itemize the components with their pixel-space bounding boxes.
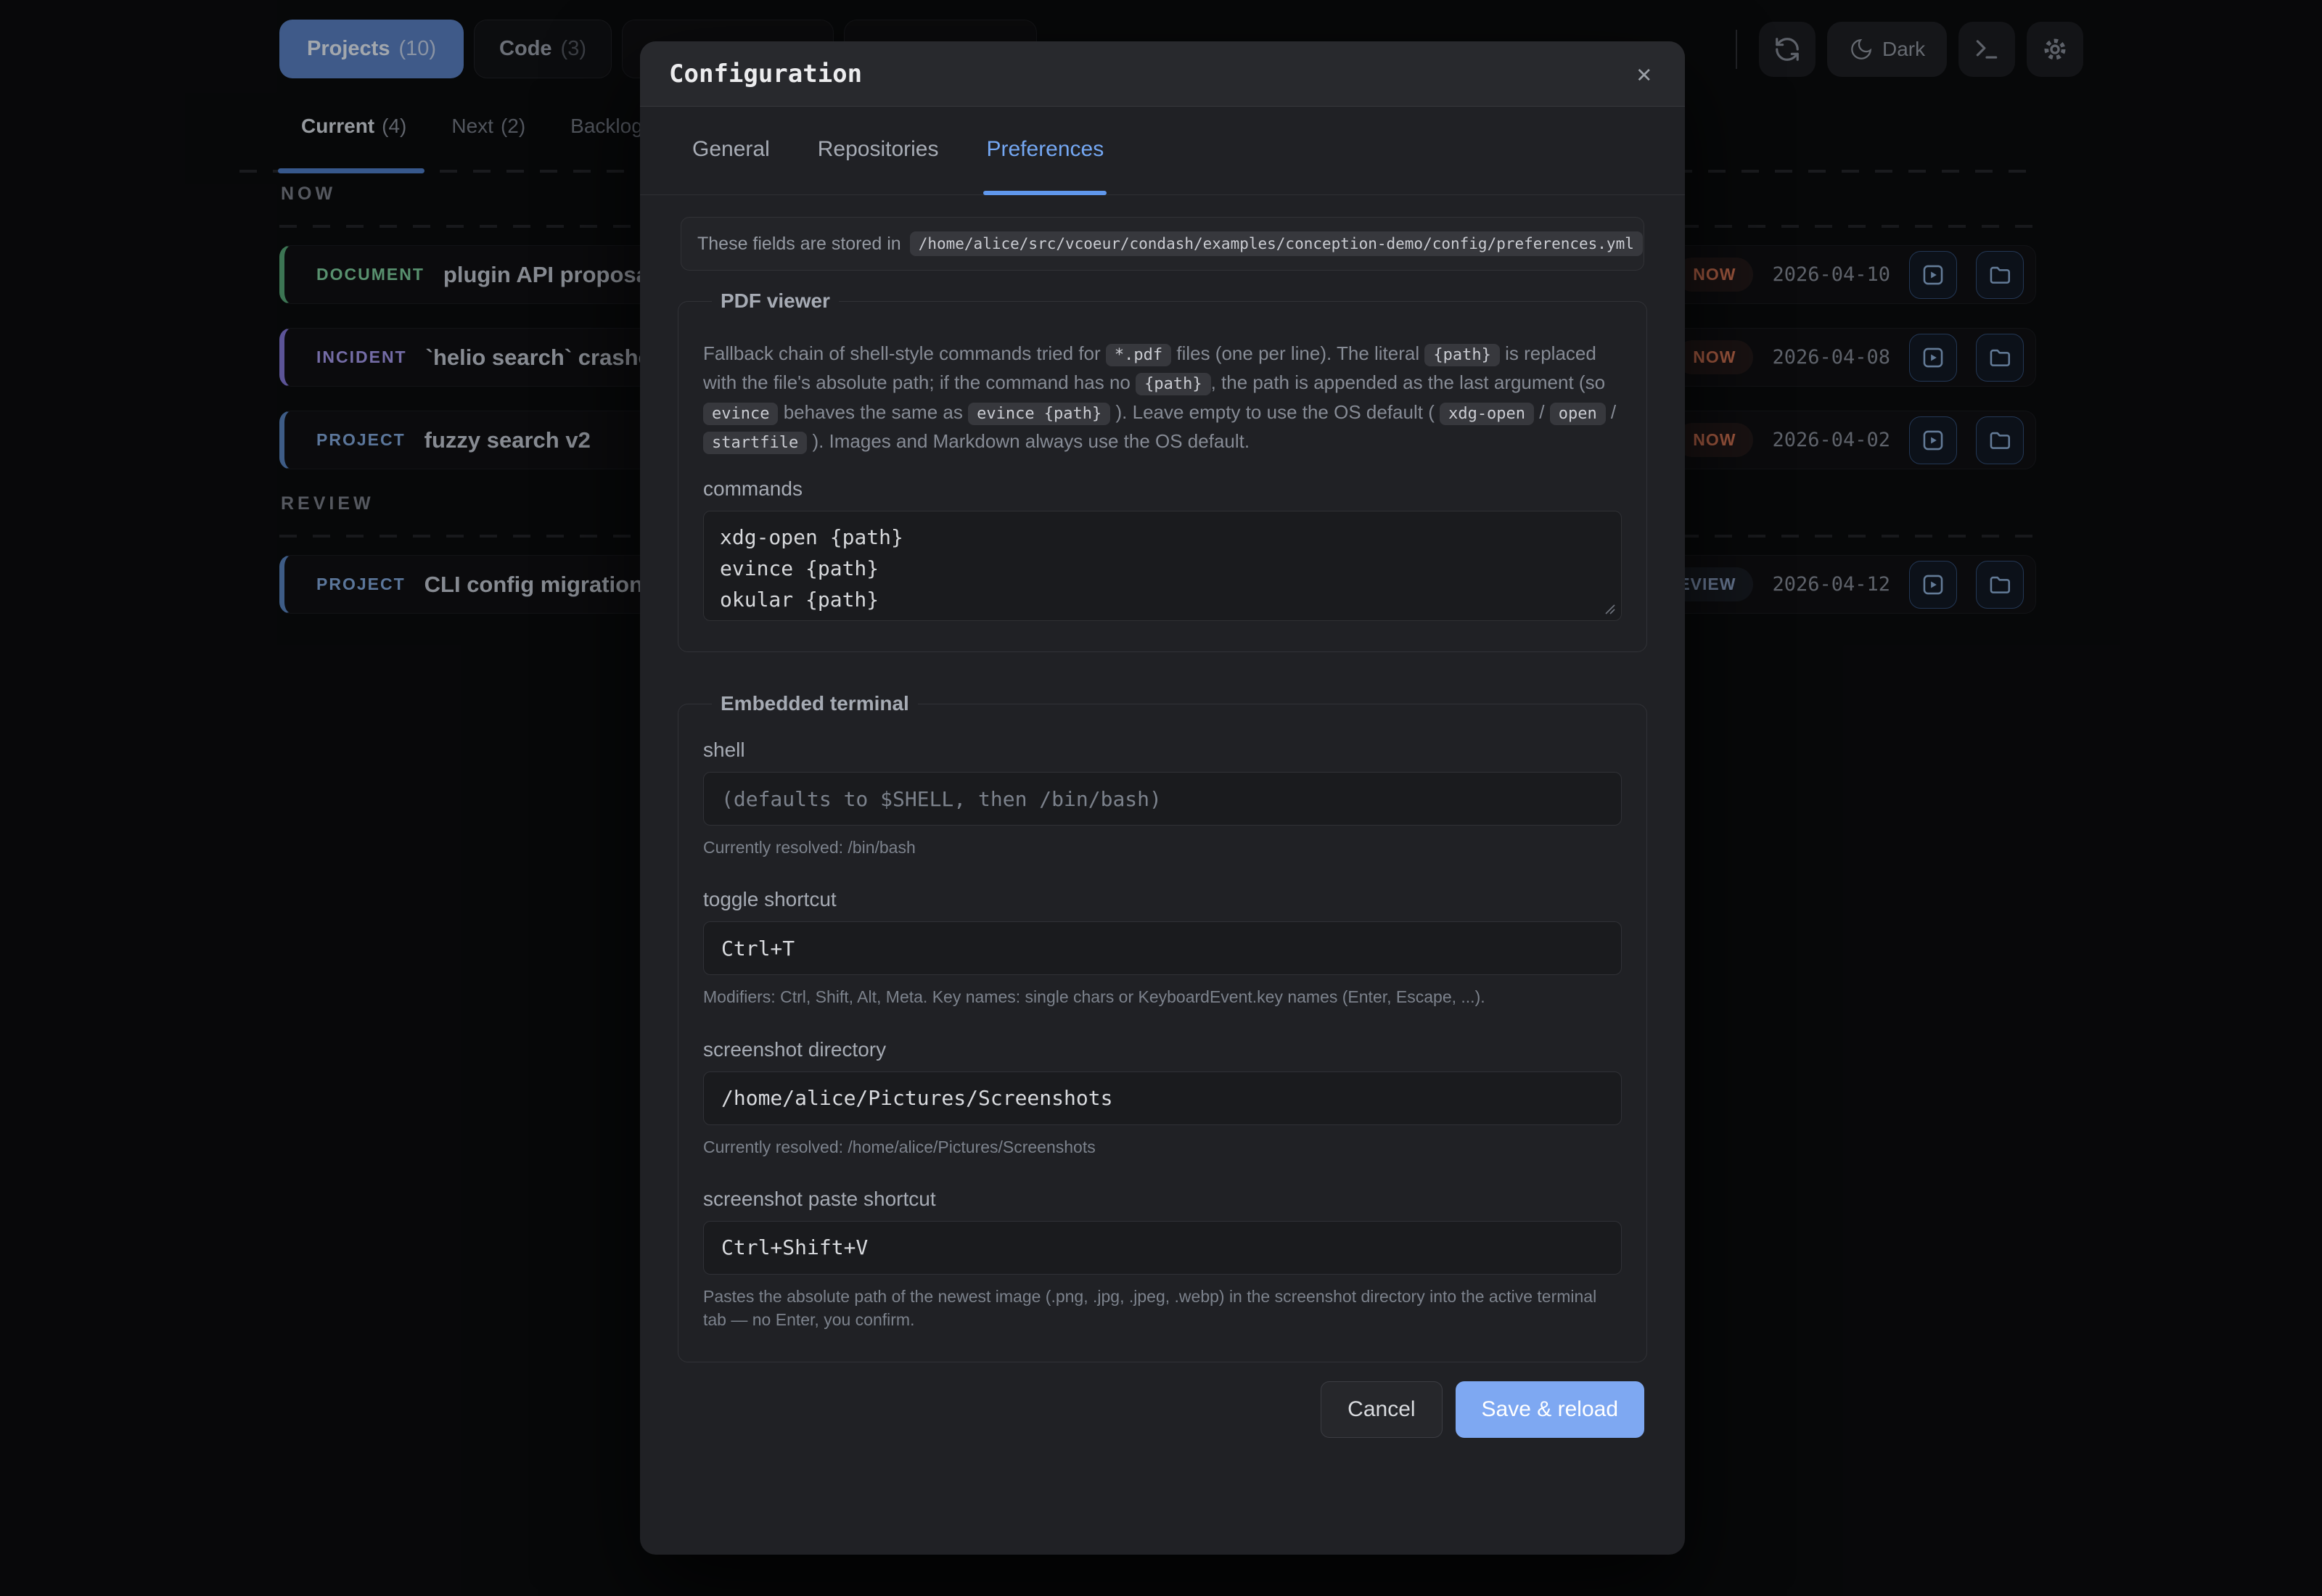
- shell-input[interactable]: [703, 772, 1622, 826]
- paste-shortcut-label: screenshot paste shortcut: [703, 1188, 1622, 1211]
- pdf-viewer-legend: PDF viewer: [712, 289, 839, 313]
- note-prefix: These fields are stored in: [697, 234, 901, 255]
- tab-general[interactable]: General: [692, 107, 770, 194]
- screenshot-directory-label: screenshot directory: [703, 1038, 1622, 1061]
- resize-grip-icon[interactable]: [1604, 604, 1616, 615]
- shell-hint: Currently resolved: /bin/bash: [703, 836, 1622, 859]
- screenshot-directory-hint: Currently resolved: /home/alice/Pictures…: [703, 1135, 1622, 1159]
- toggle-shortcut-input[interactable]: [703, 921, 1622, 975]
- save-reload-button[interactable]: Save & reload: [1456, 1381, 1644, 1438]
- pdf-viewer-fieldset: PDF viewer Fallback chain of shell-style…: [678, 289, 1647, 652]
- dialog-title: Configuration: [669, 59, 862, 89]
- shell-label: shell: [703, 739, 1622, 762]
- embedded-terminal-fieldset: Embedded terminal shell Currently resolv…: [678, 692, 1647, 1362]
- cancel-button[interactable]: Cancel: [1321, 1381, 1442, 1438]
- commands-textarea[interactable]: [703, 511, 1622, 621]
- tab-repositories[interactable]: Repositories: [818, 107, 939, 194]
- tab-preferences[interactable]: Preferences: [986, 107, 1104, 194]
- pdf-description: Fallback chain of shell-style commands t…: [703, 339, 1622, 456]
- toggle-shortcut-label: toggle shortcut: [703, 888, 1622, 911]
- note-path-chip: /home/alice/src/vcoeur/condash/examples/…: [910, 231, 1643, 256]
- screenshot-directory-input[interactable]: [703, 1071, 1622, 1125]
- configuration-dialog: Configuration ✕ General Repositories Pre…: [640, 41, 1685, 1555]
- close-icon[interactable]: ✕: [1633, 55, 1656, 93]
- storage-path-note: These fields are stored in /home/alice/s…: [681, 217, 1644, 271]
- dialog-footer: Cancel Save & reload: [681, 1381, 1644, 1438]
- dialog-header: Configuration ✕: [640, 41, 1685, 107]
- paste-shortcut-hint: Pastes the absolute path of the newest i…: [703, 1285, 1622, 1331]
- embedded-terminal-legend: Embedded terminal: [712, 692, 918, 715]
- commands-label: commands: [703, 477, 1622, 501]
- dialog-tabs: General Repositories Preferences: [640, 107, 1685, 195]
- paste-shortcut-input[interactable]: [703, 1221, 1622, 1275]
- toggle-shortcut-hint: Modifiers: Ctrl, Shift, Alt, Meta. Key n…: [703, 985, 1622, 1008]
- app-root: Projects (10) Code (3) Dark: [0, 0, 2322, 1596]
